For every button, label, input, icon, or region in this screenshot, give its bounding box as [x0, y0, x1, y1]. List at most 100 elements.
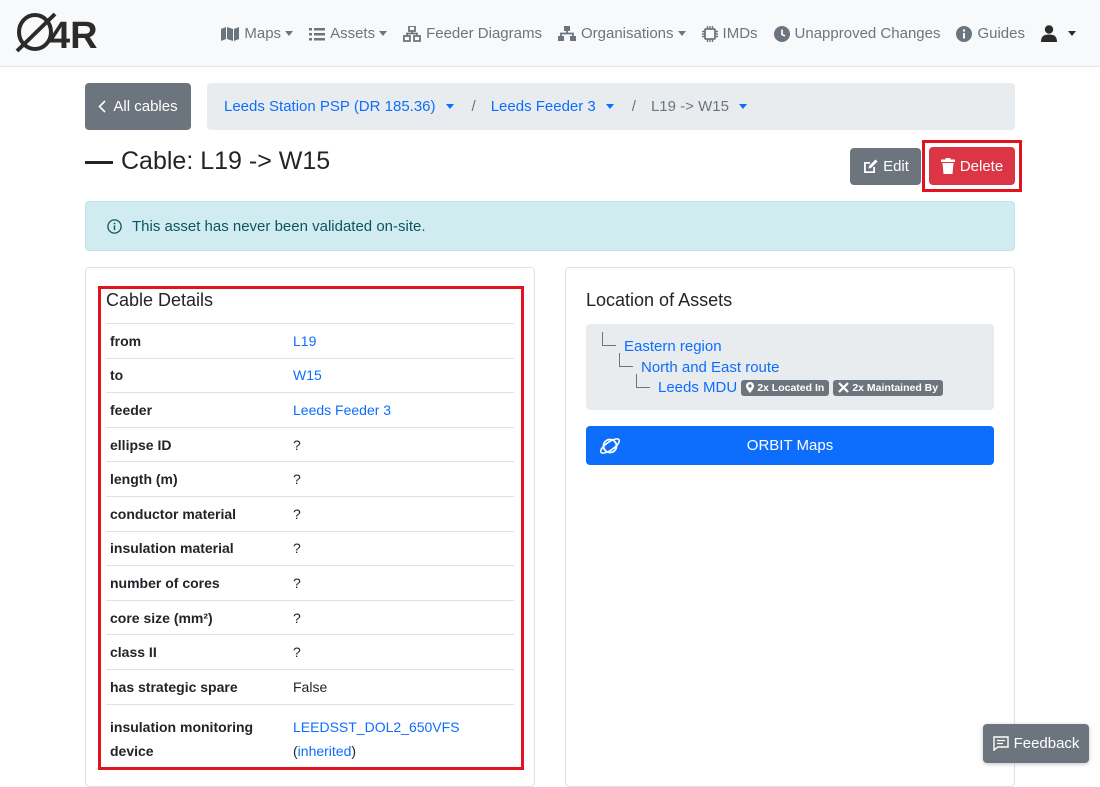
breadcrumb-separator: /: [631, 98, 636, 115]
clock-icon: [773, 25, 790, 42]
chevron-down-icon: [605, 104, 614, 109]
detail-value: False: [289, 668, 514, 705]
info-circle-icon: [956, 25, 973, 42]
detail-value: W15: [289, 357, 514, 393]
details-title: Cable Details: [106, 290, 214, 310]
edit-button[interactable]: Edit: [850, 148, 921, 185]
detail-key: has strategic spare: [106, 668, 289, 705]
nav-unapproved-changes[interactable]: Unapproved Changes: [773, 25, 941, 42]
sitemap-icon: [557, 25, 576, 41]
nav-imds-label: IMDs: [722, 25, 758, 42]
chevron-left-icon: [98, 100, 106, 113]
detail-key: insulation monitoring device: [106, 703, 289, 767]
table-row: feeder Leeds Feeder 3: [106, 392, 514, 428]
cable-icon: [85, 161, 113, 164]
maintained-by-label: 2x Maintained By: [852, 381, 939, 394]
tree-item-region[interactable]: Eastern region: [624, 338, 722, 355]
nav-assets[interactable]: Assets: [309, 25, 388, 42]
tree-connector: [619, 353, 633, 367]
nav-feeder-diagrams[interactable]: Feeder Diagrams: [403, 25, 542, 42]
sitemap-icon: [403, 25, 421, 42]
nav-guides[interactable]: Guides: [956, 25, 1025, 42]
chevron-down-icon: [738, 104, 747, 109]
trash-icon: [940, 158, 955, 174]
navbar: 4R Maps Assets Feeder Diagrams Organisat…: [0, 0, 1100, 67]
tree-region-label: Eastern region: [624, 338, 722, 355]
feedback-label: Feedback: [1013, 735, 1080, 752]
detail-value: ?: [289, 495, 514, 532]
detail-value: L19: [289, 323, 514, 359]
location-title: Location of Assets: [586, 290, 733, 310]
chevron-down-icon: [285, 31, 294, 36]
nav-imds[interactable]: IMDs: [701, 25, 758, 42]
detail-value: ?: [289, 565, 514, 601]
delete-button[interactable]: Delete: [929, 147, 1015, 185]
detail-value: ?: [289, 461, 514, 497]
detail-value: Leeds Feeder 3: [289, 392, 514, 428]
breadcrumb-feeder-label: Leeds Feeder 3: [490, 98, 596, 115]
detail-key: from: [106, 323, 289, 359]
breadcrumb-cable[interactable]: L19 -> W15: [651, 98, 747, 115]
detail-key: to: [106, 357, 289, 393]
alert-text: This asset has never been validated on-s…: [132, 217, 426, 235]
nav-user-menu[interactable]: [1041, 25, 1076, 42]
delete-label: Delete: [959, 157, 1004, 175]
map-marker-icon: [746, 382, 755, 393]
breadcrumb: Leeds Station PSP (DR 185.36) / Leeds Fe…: [207, 83, 1015, 130]
map-icon: [221, 26, 240, 41]
nav-menu: Maps Assets Feeder Diagrams Organisation…: [205, 0, 1076, 67]
breadcrumb-station-label: Leeds Station PSP (DR 185.36): [224, 98, 436, 115]
validation-alert: This asset has never been validated on-s…: [85, 201, 1015, 251]
orbit-maps-button[interactable]: ORBIT Maps: [586, 426, 994, 465]
nav-feeder-diagrams-label: Feeder Diagrams: [426, 25, 542, 42]
chevron-down-icon: [1068, 31, 1076, 36]
from-link[interactable]: L19: [293, 333, 316, 349]
table-row: class II?: [106, 634, 514, 670]
nav-maps[interactable]: Maps: [221, 25, 294, 42]
table-row: ellipse ID?: [106, 426, 514, 462]
edit-icon: [864, 159, 878, 173]
located-in-badge[interactable]: 2x Located In: [741, 379, 830, 396]
paren-close: ): [351, 742, 357, 759]
table-row: number of cores?: [106, 565, 514, 601]
feedback-button[interactable]: Feedback: [983, 724, 1089, 763]
feeder-link[interactable]: Leeds Feeder 3: [293, 402, 391, 418]
maintained-by-badge[interactable]: 2x Maintained By: [833, 379, 944, 396]
tree-route-label: North and East route: [641, 359, 780, 376]
detail-key: ellipse ID: [106, 426, 289, 462]
tools-icon: [838, 382, 850, 393]
table-row: from L19: [106, 323, 514, 359]
imd-link[interactable]: LEEDSST_DOL2_650VFS: [293, 719, 460, 735]
nav-guides-label: Guides: [977, 25, 1025, 42]
detail-value: ?: [289, 426, 514, 462]
tree-item-mdu: Leeds MDU 2x Located In 2x Maintained By: [658, 379, 944, 396]
orbit-maps-label: ORBIT Maps: [746, 437, 834, 454]
nav-unapproved-changes-label: Unapproved Changes: [794, 25, 941, 42]
detail-key: feeder: [106, 392, 289, 428]
to-link[interactable]: W15: [293, 367, 322, 383]
comment-icon: [992, 736, 1009, 751]
planet-icon: [599, 438, 621, 454]
all-cables-button[interactable]: All cables: [85, 83, 191, 130]
tree-connector: [602, 332, 616, 346]
tree-mdu-label[interactable]: Leeds MDU: [658, 379, 737, 396]
chevron-down-icon: [445, 104, 454, 109]
located-in-label: 2x Located In: [757, 381, 825, 394]
page-title: Cable: L19 -> W15: [121, 147, 331, 175]
table-row: insulation monitoring device LEEDSST_DOL…: [106, 703, 514, 767]
nav-maps-label: Maps: [244, 25, 282, 42]
details-table: from L19 to W15 feeder Leeds Feeder 3 ellip…: [106, 323, 514, 767]
table-row: insulation material?: [106, 530, 514, 566]
breadcrumb-station[interactable]: Leeds Station PSP (DR 185.36): [224, 98, 454, 115]
location-tree: Eastern region North and East route Leed…: [586, 324, 994, 410]
inherited-link[interactable]: inherited: [298, 743, 352, 759]
tree-item-route[interactable]: North and East route: [641, 359, 779, 376]
tree-connector: [636, 374, 650, 388]
list-icon: [309, 27, 326, 40]
info-circle-icon: [107, 218, 122, 234]
nav-organisations[interactable]: Organisations: [557, 25, 686, 42]
detail-key: insulation material: [106, 530, 289, 566]
chip-icon: [701, 25, 718, 42]
breadcrumb-feeder[interactable]: Leeds Feeder 3: [491, 98, 614, 115]
o4r-logo[interactable]: 4R: [15, 11, 107, 57]
